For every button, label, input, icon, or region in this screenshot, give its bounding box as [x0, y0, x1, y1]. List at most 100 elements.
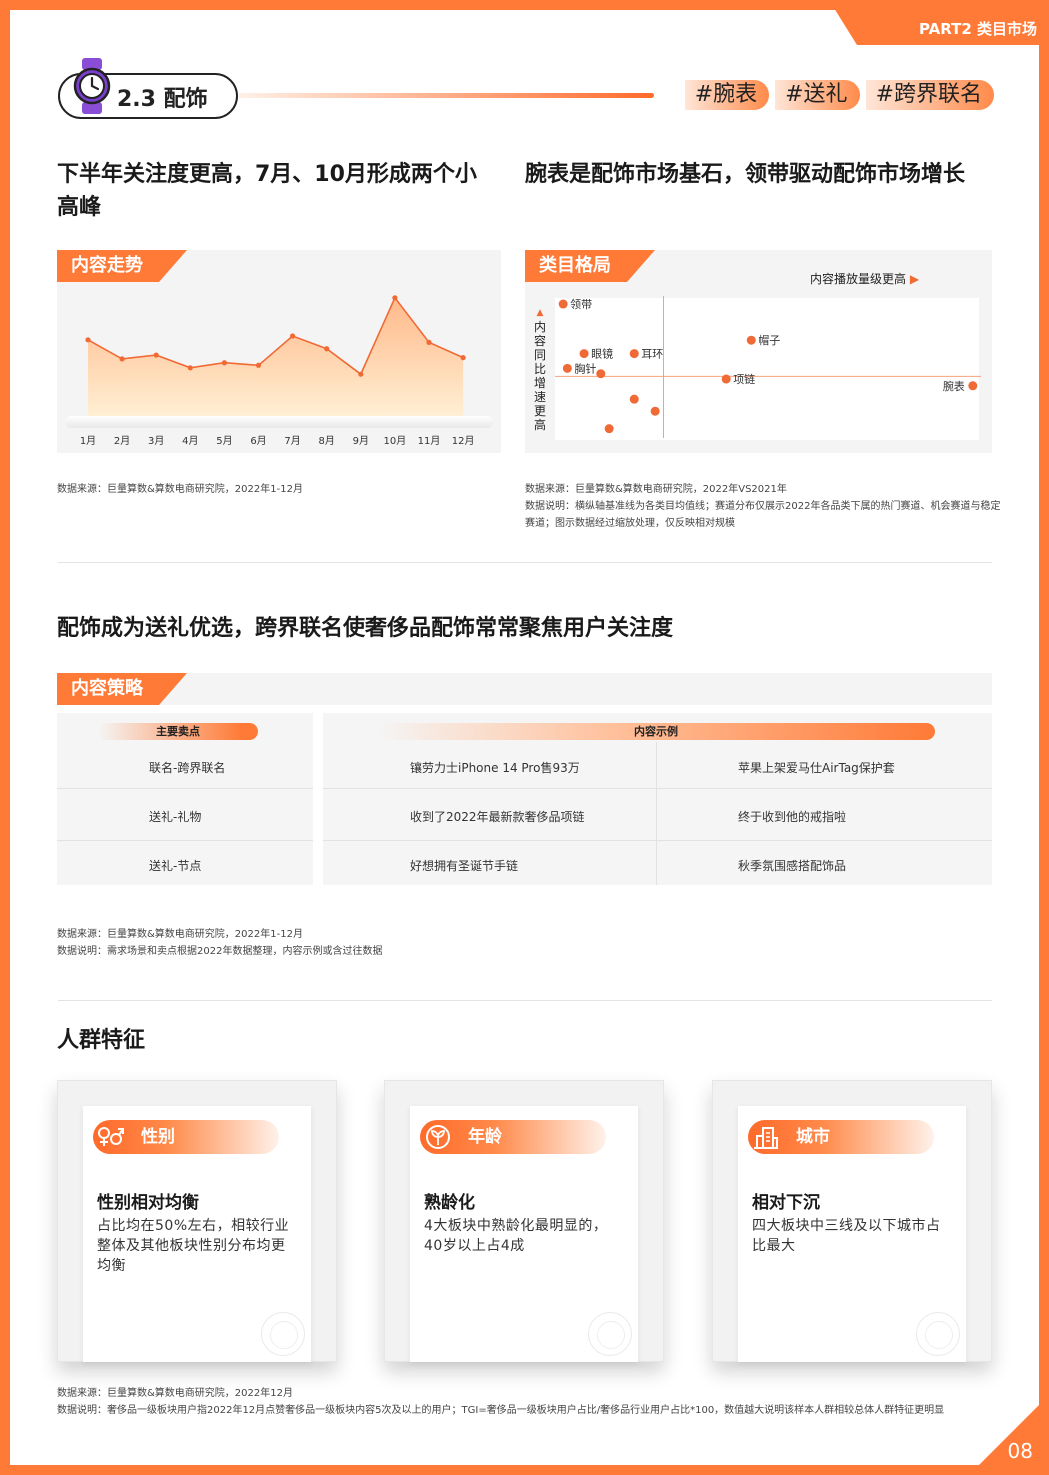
watch-icon — [73, 58, 111, 114]
card-gender: 性别 性别相对均衡 占比均在50%左右，相较行业整体及其他板块性别分布均更均衡 — [57, 1080, 337, 1362]
row-divider — [57, 788, 992, 789]
point-label: 胸针 — [574, 361, 596, 375]
divider — [58, 1000, 992, 1001]
sprout-icon — [426, 1125, 450, 1149]
card-age: 年龄 熟龄化 4大板块中熟龄化最明显的，40岁以上占4成 — [384, 1080, 664, 1362]
table-cell: 收到了2022年最新款奢侈品项链 — [410, 810, 585, 824]
x-tick-label: 12月 — [452, 435, 475, 447]
table-cell: 镶劳力士iPhone 14 Pro售93万 — [410, 761, 580, 775]
x-tick-label: 6月 — [250, 435, 266, 447]
trend-panel: 内容走势 1月 2月 3月 4月 5月 6月 7月 8月 9月 10月 11月 12月 — [57, 250, 501, 453]
table-cell: 送礼-节点 — [149, 859, 202, 873]
data-point — [153, 352, 159, 358]
table-cell: 联名-跨界联名 — [149, 761, 226, 775]
data-point — [426, 339, 432, 345]
card-text: 四大板块中三线及以下城市占比最大 — [752, 1218, 941, 1254]
x-tick-label: 8月 — [319, 435, 335, 447]
table-cell: 秋季氛围感搭配饰品 — [738, 859, 847, 873]
data-point — [255, 362, 262, 368]
stamp-icon — [916, 1312, 960, 1356]
x-tick-label: 7月 — [284, 435, 300, 447]
strategy-heading: 配饰成为送礼优选，跨界联名使奢侈品配饰常常聚焦用户关注度 — [57, 616, 674, 641]
tag: #跨界联名 — [865, 80, 994, 110]
col-header-points: 主要卖点 — [98, 723, 258, 740]
data-point — [650, 406, 660, 416]
card-title: 熟龄化 — [424, 1193, 475, 1213]
page-number: 08 — [1007, 1439, 1033, 1463]
point-label: 眼镜 — [591, 347, 613, 361]
people-source: 数据来源：巨量算数&算数电商研究院，2022年12月 数据说明：奢侈品一级板块用… — [57, 1388, 945, 1416]
table-cell: 好想拥有圣诞节手链 — [410, 859, 519, 873]
card-inner: 性别 性别相对均衡 占比均在50%左右，相较行业整体及其他板块性别分布均更均衡 — [83, 1106, 311, 1362]
people-heading: 人群特征 — [57, 1028, 146, 1053]
tag: #送礼 — [775, 80, 860, 110]
data-point — [968, 381, 978, 391]
col-gap — [313, 713, 323, 885]
card-text: 4大板块中熟龄化最明显的，40岁以上占4成 — [424, 1218, 608, 1254]
col-header-examples: 内容示例 — [377, 723, 935, 740]
data-point — [460, 355, 466, 361]
row-divider — [57, 840, 992, 841]
scatter-chart: 领带眼镜 耳环胸针 帽子项链腕表 — [555, 296, 981, 438]
card-title: 相对下沉 — [752, 1193, 820, 1213]
point-label: 腕表 — [943, 379, 965, 393]
x-tick-label: 10月 — [384, 435, 407, 447]
card-title: 性别相对均衡 — [97, 1193, 199, 1213]
data-point — [629, 394, 639, 404]
data-point — [746, 335, 756, 345]
chart-base — [65, 416, 493, 428]
data-point — [562, 363, 572, 373]
data-point — [221, 360, 227, 366]
table-cell: 送礼-礼物 — [149, 810, 202, 824]
card-city: 城市 相对下沉 四大板块中三线及以下城市占比最大 — [712, 1080, 992, 1362]
data-point — [290, 333, 296, 339]
category-heading: 腕表是配饰市场基石，领带驱动配饰市场增长 — [525, 162, 966, 187]
card-text: 占比均在50%左右，相较行业整体及其他板块性别分布均更均衡 — [97, 1218, 290, 1274]
gender-icon — [98, 1127, 124, 1146]
x-tick-label: 9月 — [353, 435, 369, 447]
trend-heading: 下半年关注度更高，7月、10月形成两个小高峰 — [57, 162, 477, 220]
card-inner: 城市 相对下沉 四大板块中三线及以下城市占比最大 — [738, 1106, 966, 1362]
stamp-icon — [588, 1312, 632, 1356]
trend-area — [88, 297, 464, 420]
x-tick-label: 11月 — [418, 435, 441, 447]
strategy-ribbon: 内容策略 — [57, 673, 187, 705]
point-label: 帽子 — [758, 334, 780, 347]
x-tick-label: 4月 — [182, 435, 198, 447]
x-tick-label: 5月 — [216, 435, 232, 447]
part-label: PART2 类目市场 — [919, 20, 1037, 38]
point-label: 领带 — [570, 298, 592, 311]
x-tick-label: 2月 — [114, 435, 130, 447]
strategy-source: 数据来源：巨量算数&算数电商研究院，2022年1-12月 数据说明：需求场景和卖… — [57, 929, 383, 957]
data-point — [187, 365, 193, 371]
data-point — [392, 295, 398, 301]
category-panel: 类目格局 内容播放量级更高 ▶ ▲ 内容同比增速更高 领带 眼镜 耳环 胸针 帽子 项链 腕表 — [525, 250, 992, 453]
trend-chart: 1月 2月 3月 4月 5月 6月 7月 8月 9月 10月 11月 12月 — [65, 295, 493, 447]
section-title: 2.3 配饰 — [117, 87, 208, 112]
data-point — [119, 356, 125, 362]
card-inner: 年龄 熟龄化 4大板块中熟龄化最明显的，40岁以上占4成 — [410, 1106, 638, 1362]
data-point — [558, 299, 568, 309]
stamp-icon — [261, 1312, 305, 1356]
data-point — [721, 374, 731, 384]
tag-list: #腕表 #送礼 #跨界联名 — [684, 80, 994, 110]
col-divider — [656, 742, 657, 885]
point-label: 耳环 — [641, 348, 663, 361]
category-source: 数据来源：巨量算数&算数电商研究院，2022年VS2021年 数据说明：横纵轴基… — [525, 484, 1001, 529]
data-point — [324, 346, 330, 352]
strategy-ribbon-bar: 内容策略 — [57, 673, 992, 705]
x-tick-label: 1月 — [80, 435, 96, 447]
data-point — [85, 337, 91, 343]
point-label: 项链 — [733, 372, 755, 386]
section-divider — [238, 93, 654, 98]
trend-source: 数据来源：巨量算数&算数电商研究院，2022年1-12月 — [57, 484, 303, 495]
data-point — [596, 369, 606, 379]
divider — [58, 562, 992, 563]
data-point — [629, 349, 639, 359]
data-point — [358, 371, 364, 377]
data-point — [604, 424, 614, 434]
city-icon — [754, 1127, 778, 1149]
table-cell: 终于收到他的戒指啦 — [738, 810, 847, 824]
x-tick-label: 3月 — [148, 435, 164, 447]
tag: #腕表 — [684, 80, 770, 110]
